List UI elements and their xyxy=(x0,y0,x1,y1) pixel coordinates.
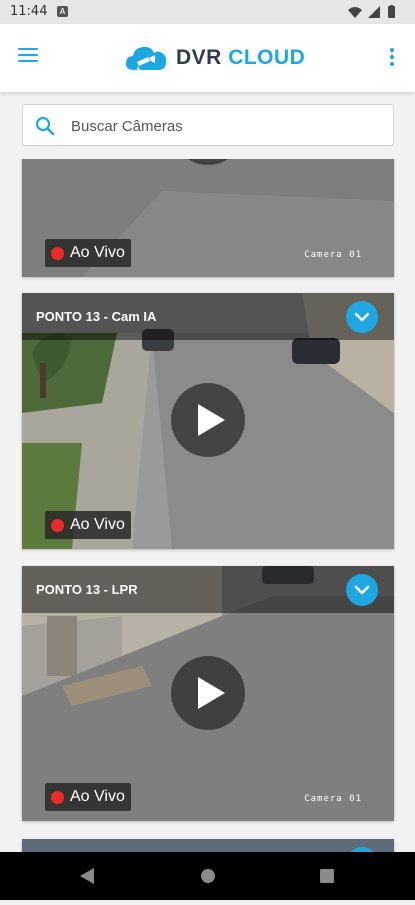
recents-button[interactable] xyxy=(297,852,357,900)
app-logo: DVR CLOUD xyxy=(124,42,305,74)
camera-card: PONTO 13 - LPR Ao Vivo Camera 01 xyxy=(22,566,394,821)
live-label: Ao Vivo xyxy=(70,516,125,533)
camera-stamp: Camera 01 xyxy=(304,250,362,260)
signal-icon xyxy=(368,6,380,18)
app-bar: DVR CLOUD xyxy=(0,24,415,92)
search-input[interactable] xyxy=(69,105,389,147)
live-label: Ao Vivo xyxy=(70,244,125,261)
camera-title: PONTO 13 - Cam IA xyxy=(36,309,157,324)
more-vert-icon-dot xyxy=(390,48,394,52)
home-button[interactable] xyxy=(178,852,238,900)
logo-cloud-text: CLOUD xyxy=(228,46,306,69)
hamburger-menu-button[interactable] xyxy=(18,48,38,64)
live-indicator-dot xyxy=(51,518,64,532)
hamburger-icon-line xyxy=(18,48,38,50)
live-badge: Ao Vivo xyxy=(45,239,131,267)
more-vert-icon-dot xyxy=(390,62,394,66)
home-icon xyxy=(201,869,215,883)
live-label: Ao Vivo xyxy=(70,788,125,805)
wifi-icon xyxy=(348,7,362,18)
camera-preview[interactable] xyxy=(22,839,394,852)
battery-icon xyxy=(388,5,395,18)
camera-list: Ao Vivo Camera 01 PONTO 13 - Cam IA Ao V… xyxy=(0,159,415,852)
back-icon xyxy=(80,868,94,884)
status-time: 11:44 xyxy=(10,4,48,19)
expand-button[interactable] xyxy=(346,301,378,333)
camera-card: Ao Vivo Camera 01 xyxy=(22,159,394,277)
camera-card xyxy=(22,839,394,852)
hamburger-icon-line xyxy=(18,54,38,56)
system-nav-bar xyxy=(0,852,415,900)
play-icon xyxy=(198,677,225,709)
camera-title: PONTO 13 - LPR xyxy=(36,582,138,597)
live-indicator-dot xyxy=(51,790,64,804)
cloud-camera-icon xyxy=(125,46,167,70)
search-bar xyxy=(22,104,394,147)
expand-button[interactable] xyxy=(346,574,378,606)
play-button[interactable] xyxy=(171,656,245,730)
live-indicator-dot xyxy=(51,246,64,260)
back-button[interactable] xyxy=(58,852,118,900)
live-badge: Ao Vivo xyxy=(45,511,131,539)
play-button[interactable] xyxy=(171,383,245,457)
live-badge: Ao Vivo xyxy=(45,783,131,811)
more-vert-icon-dot xyxy=(390,55,394,59)
card-header: PONTO 13 - LPR xyxy=(22,566,394,613)
logo-dvr-text: DVR xyxy=(176,46,222,69)
status-icons xyxy=(347,5,405,19)
chevron-down-icon xyxy=(354,312,370,322)
recents-icon xyxy=(320,869,334,883)
overflow-menu-button[interactable] xyxy=(389,48,395,66)
chevron-down-icon xyxy=(354,585,370,595)
hamburger-icon-line xyxy=(18,60,38,62)
status-bar: 11:44 A xyxy=(0,0,415,24)
search-icon xyxy=(35,116,55,136)
logo-text: DVR CLOUD xyxy=(176,46,305,70)
card-header: PONTO 13 - Cam IA xyxy=(22,293,394,340)
camera-card: PONTO 13 - Cam IA Ao Vivo xyxy=(22,293,394,549)
camera-stamp: Camera 01 xyxy=(304,794,362,804)
play-icon xyxy=(198,404,225,436)
notification-icon: A xyxy=(57,6,68,17)
